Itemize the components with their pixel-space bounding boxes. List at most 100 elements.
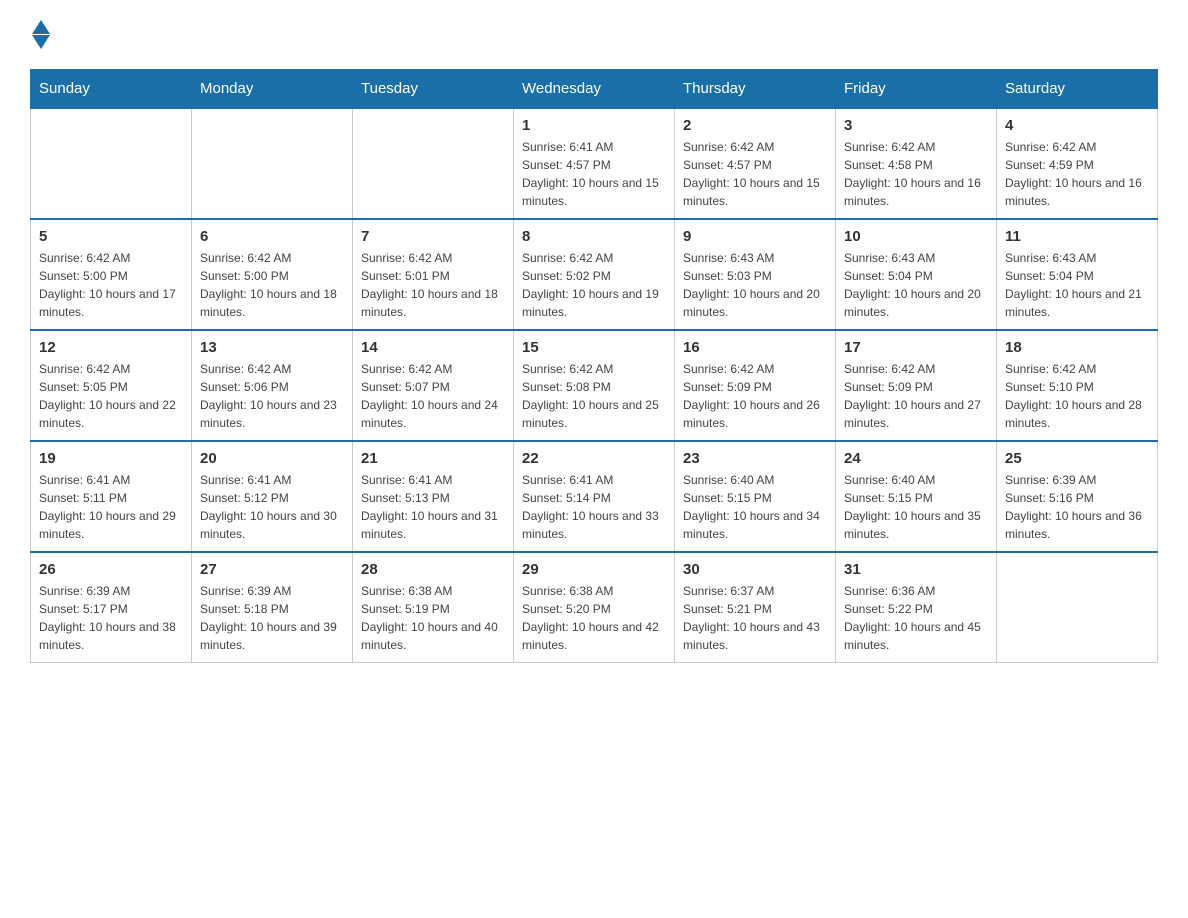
calendar-cell: 15 Sunrise: 6:42 AM Sunset: 5:08 PM Dayli… bbox=[514, 330, 675, 441]
day-info: Sunrise: 6:42 AM Sunset: 5:08 PM Dayligh… bbox=[522, 360, 666, 432]
calendar-cell: 23Sunrise: 6:40 AM Sunset: 5:15 PM Dayli… bbox=[675, 441, 836, 552]
day-info: Sunrise: 6:38 AM Sunset: 5:20 PM Dayligh… bbox=[522, 582, 666, 654]
day-number: 21 bbox=[361, 450, 505, 467]
day-of-week-header: Tuesday bbox=[353, 70, 514, 109]
day-info: Sunrise: 6:41 AM Sunset: 5:13 PM Dayligh… bbox=[361, 471, 505, 543]
calendar-cell: 29 Sunrise: 6:38 AM Sunset: 5:20 PM Dayli… bbox=[514, 552, 675, 663]
calendar-cell: 16 Sunrise: 6:42 AM Sunset: 5:09 PM Dayli… bbox=[675, 330, 836, 441]
day-number: 5 bbox=[39, 228, 183, 245]
day-info: Sunrise: 6:43 AM Sunset: 5:04 PM Dayligh… bbox=[1005, 249, 1149, 321]
day-of-week-header: Wednesday bbox=[514, 70, 675, 109]
day-info: Sunrise: 6:41 AM Sunset: 5:12 PM Dayligh… bbox=[200, 471, 344, 543]
day-number: 2 bbox=[683, 117, 827, 134]
day-number: 15 bbox=[522, 339, 666, 356]
day-info: Sunrise: 6:42 AM Sunset: 5:06 PM Dayligh… bbox=[200, 360, 344, 432]
day-info: Sunrise: 6:42 AM Sunset: 5:09 PM Dayligh… bbox=[844, 360, 988, 432]
calendar-cell: 10 Sunrise: 6:43 AM Sunset: 5:04 PM Dayli… bbox=[836, 219, 997, 330]
calendar-cell bbox=[997, 552, 1158, 663]
calendar-header-row: SundayMondayTuesdayWednesdayThursdayFrid… bbox=[31, 70, 1158, 109]
day-info: Sunrise: 6:43 AM Sunset: 5:04 PM Dayligh… bbox=[844, 249, 988, 321]
calendar-cell: 3 Sunrise: 6:42 AM Sunset: 4:58 PM Daylig… bbox=[836, 108, 997, 219]
day-info: Sunrise: 6:39 AM Sunset: 5:17 PM Dayligh… bbox=[39, 582, 183, 654]
calendar-cell: 11 Sunrise: 6:43 AM Sunset: 5:04 PM Dayli… bbox=[997, 219, 1158, 330]
calendar-table: SundayMondayTuesdayWednesdayThursdayFrid… bbox=[30, 69, 1158, 663]
calendar-cell: 12 Sunrise: 6:42 AM Sunset: 5:05 PM Dayli… bbox=[31, 330, 192, 441]
day-number: 26 bbox=[39, 561, 183, 578]
day-info: Sunrise: 6:43 AM Sunset: 5:03 PM Dayligh… bbox=[683, 249, 827, 321]
day-info: Sunrise: 6:42 AM Sunset: 5:09 PM Dayligh… bbox=[683, 360, 827, 432]
calendar-cell: 30Sunrise: 6:37 AM Sunset: 5:21 PM Dayli… bbox=[675, 552, 836, 663]
calendar-cell: 6 Sunrise: 6:42 AM Sunset: 5:00 PM Daylig… bbox=[192, 219, 353, 330]
day-number: 20 bbox=[200, 450, 344, 467]
day-number: 11 bbox=[1005, 228, 1149, 245]
day-info: Sunrise: 6:38 AM Sunset: 5:19 PM Dayligh… bbox=[361, 582, 505, 654]
calendar-cell: 24Sunrise: 6:40 AM Sunset: 5:15 PM Dayli… bbox=[836, 441, 997, 552]
day-info: Sunrise: 6:42 AM Sunset: 4:57 PM Dayligh… bbox=[683, 138, 827, 210]
day-of-week-header: Friday bbox=[836, 70, 997, 109]
calendar-cell bbox=[192, 108, 353, 219]
calendar-cell: 14 Sunrise: 6:42 AM Sunset: 5:07 PM Dayli… bbox=[353, 330, 514, 441]
day-info: Sunrise: 6:40 AM Sunset: 5:15 PM Dayligh… bbox=[844, 471, 988, 543]
day-of-week-header: Sunday bbox=[31, 70, 192, 109]
day-info: Sunrise: 6:39 AM Sunset: 5:16 PM Dayligh… bbox=[1005, 471, 1149, 543]
day-number: 22 bbox=[522, 450, 666, 467]
day-number: 31 bbox=[844, 561, 988, 578]
calendar-week-row: 19 Sunrise: 6:41 AM Sunset: 5:11 PM Dayli… bbox=[31, 441, 1158, 552]
calendar-cell: 18 Sunrise: 6:42 AM Sunset: 5:10 PM Dayli… bbox=[997, 330, 1158, 441]
day-info: Sunrise: 6:42 AM Sunset: 5:02 PM Dayligh… bbox=[522, 249, 666, 321]
calendar-cell: 27Sunrise: 6:39 AM Sunset: 5:18 PM Dayli… bbox=[192, 552, 353, 663]
day-of-week-header: Monday bbox=[192, 70, 353, 109]
calendar-cell: 19 Sunrise: 6:41 AM Sunset: 5:11 PM Dayli… bbox=[31, 441, 192, 552]
day-number: 4 bbox=[1005, 117, 1149, 134]
day-number: 7 bbox=[361, 228, 505, 245]
day-number: 30 bbox=[683, 561, 827, 578]
calendar-week-row: 5 Sunrise: 6:42 AM Sunset: 5:00 PM Daylig… bbox=[31, 219, 1158, 330]
day-number: 6 bbox=[200, 228, 344, 245]
calendar-cell: 22Sunrise: 6:41 AM Sunset: 5:14 PM Dayli… bbox=[514, 441, 675, 552]
calendar-cell bbox=[31, 108, 192, 219]
calendar-week-row: 26 Sunrise: 6:39 AM Sunset: 5:17 PM Dayli… bbox=[31, 552, 1158, 663]
day-info: Sunrise: 6:42 AM Sunset: 5:05 PM Dayligh… bbox=[39, 360, 183, 432]
day-info: Sunrise: 6:42 AM Sunset: 5:00 PM Dayligh… bbox=[39, 249, 183, 321]
calendar-cell: 31 Sunrise: 6:36 AM Sunset: 5:22 PM Dayli… bbox=[836, 552, 997, 663]
day-number: 18 bbox=[1005, 339, 1149, 356]
day-of-week-header: Saturday bbox=[997, 70, 1158, 109]
calendar-cell: 21 Sunrise: 6:41 AM Sunset: 5:13 PM Dayli… bbox=[353, 441, 514, 552]
logo bbox=[30, 20, 50, 49]
page-header bbox=[30, 20, 1158, 49]
calendar-cell: 17 Sunrise: 6:42 AM Sunset: 5:09 PM Dayli… bbox=[836, 330, 997, 441]
day-info: Sunrise: 6:39 AM Sunset: 5:18 PM Dayligh… bbox=[200, 582, 344, 654]
day-number: 16 bbox=[683, 339, 827, 356]
day-number: 25 bbox=[1005, 450, 1149, 467]
day-number: 10 bbox=[844, 228, 988, 245]
day-number: 9 bbox=[683, 228, 827, 245]
day-info: Sunrise: 6:42 AM Sunset: 5:00 PM Dayligh… bbox=[200, 249, 344, 321]
day-number: 14 bbox=[361, 339, 505, 356]
day-info: Sunrise: 6:42 AM Sunset: 5:07 PM Dayligh… bbox=[361, 360, 505, 432]
calendar-cell: 26 Sunrise: 6:39 AM Sunset: 5:17 PM Dayli… bbox=[31, 552, 192, 663]
calendar-cell: 25 Sunrise: 6:39 AM Sunset: 5:16 PM Dayli… bbox=[997, 441, 1158, 552]
calendar-cell: 8Sunrise: 6:42 AM Sunset: 5:02 PM Daylig… bbox=[514, 219, 675, 330]
calendar-cell: 20 Sunrise: 6:41 AM Sunset: 5:12 PM Dayli… bbox=[192, 441, 353, 552]
calendar-cell bbox=[353, 108, 514, 219]
calendar-cell: 4 Sunrise: 6:42 AM Sunset: 4:59 PM Daylig… bbox=[997, 108, 1158, 219]
day-info: Sunrise: 6:42 AM Sunset: 4:59 PM Dayligh… bbox=[1005, 138, 1149, 210]
calendar-cell: 1Sunrise: 6:41 AM Sunset: 4:57 PM Daylig… bbox=[514, 108, 675, 219]
day-info: Sunrise: 6:42 AM Sunset: 5:10 PM Dayligh… bbox=[1005, 360, 1149, 432]
day-number: 12 bbox=[39, 339, 183, 356]
day-number: 17 bbox=[844, 339, 988, 356]
day-number: 3 bbox=[844, 117, 988, 134]
day-info: Sunrise: 6:36 AM Sunset: 5:22 PM Dayligh… bbox=[844, 582, 988, 654]
day-number: 29 bbox=[522, 561, 666, 578]
calendar-cell: 5 Sunrise: 6:42 AM Sunset: 5:00 PM Daylig… bbox=[31, 219, 192, 330]
day-info: Sunrise: 6:41 AM Sunset: 4:57 PM Dayligh… bbox=[522, 138, 666, 210]
day-of-week-header: Thursday bbox=[675, 70, 836, 109]
day-info: Sunrise: 6:41 AM Sunset: 5:11 PM Dayligh… bbox=[39, 471, 183, 543]
calendar-cell: 2 Sunrise: 6:42 AM Sunset: 4:57 PM Daylig… bbox=[675, 108, 836, 219]
day-number: 13 bbox=[200, 339, 344, 356]
day-info: Sunrise: 6:42 AM Sunset: 5:01 PM Dayligh… bbox=[361, 249, 505, 321]
day-number: 28 bbox=[361, 561, 505, 578]
day-info: Sunrise: 6:42 AM Sunset: 4:58 PM Dayligh… bbox=[844, 138, 988, 210]
calendar-cell: 9 Sunrise: 6:43 AM Sunset: 5:03 PM Daylig… bbox=[675, 219, 836, 330]
day-number: 19 bbox=[39, 450, 183, 467]
